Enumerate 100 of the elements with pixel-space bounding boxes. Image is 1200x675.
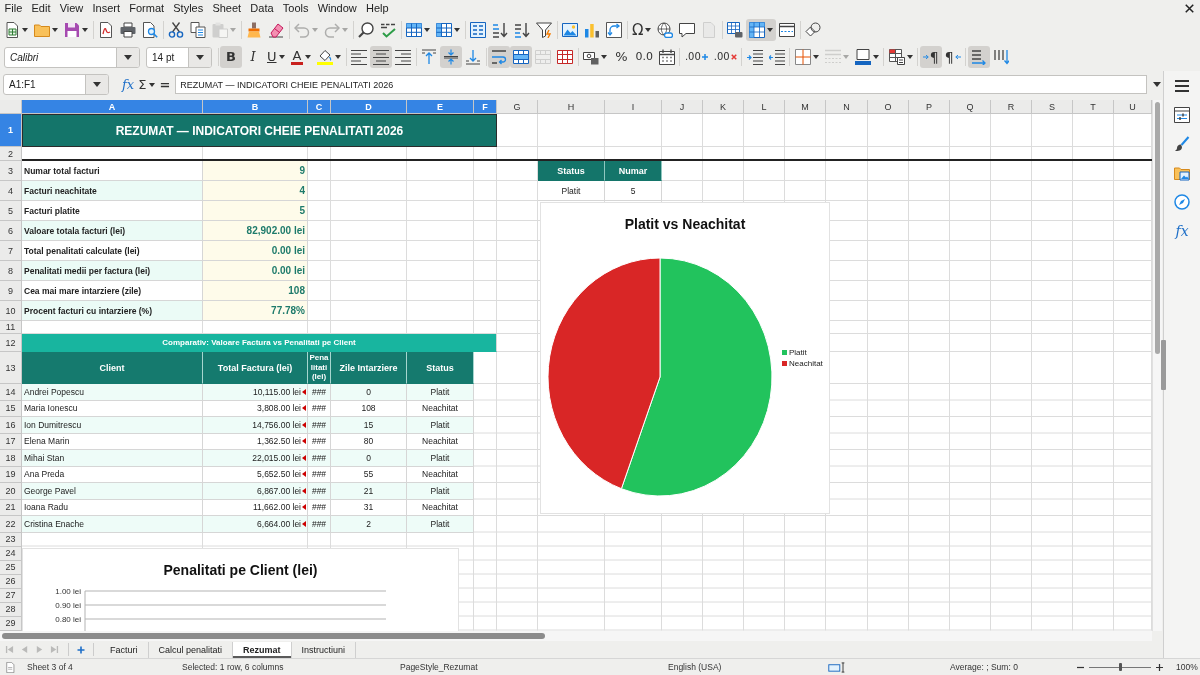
autofilter-button[interactable] <box>533 19 555 41</box>
row-header[interactable]: 12 <box>0 334 22 352</box>
row-header[interactable]: 5 <box>0 201 22 221</box>
column-header[interactable]: J <box>662 100 703 114</box>
column-header[interactable]: R <box>991 100 1032 114</box>
middle-button[interactable] <box>440 46 463 68</box>
zoom-percent[interactable]: 100% <box>1176 662 1198 672</box>
name-box[interactable]: A1:F1 <box>3 74 109 95</box>
row-header[interactable]: 6 <box>0 221 22 241</box>
row-header[interactable]: 4 <box>0 181 22 201</box>
sidebar-handle[interactable] <box>1161 340 1166 390</box>
menu-item[interactable]: Insert <box>87 1 125 16</box>
underline-button[interactable]: U <box>264 46 288 68</box>
column-header[interactable]: M <box>785 100 826 114</box>
dropdown-button[interactable] <box>85 75 108 94</box>
row-header[interactable]: 13 <box>0 352 22 384</box>
skip-right-icon <box>50 645 59 654</box>
font-name-field[interactable]: Calibri <box>4 46 140 68</box>
horizontal-scrollbar[interactable] <box>0 631 1152 641</box>
menu-item[interactable]: Sheet <box>207 1 246 16</box>
scrollbar-thumb[interactable] <box>2 633 545 639</box>
number-button[interactable]: 0.0 <box>632 46 656 68</box>
center-button[interactable] <box>370 46 393 68</box>
language-status[interactable]: English (USA) <box>668 662 722 672</box>
column-header[interactable]: L <box>744 100 785 114</box>
menu-item[interactable]: Data <box>245 1 279 16</box>
menu-item[interactable]: File <box>0 1 27 16</box>
column-header[interactable]: T <box>1073 100 1114 114</box>
column-header[interactable]: I <box>605 100 662 114</box>
dropdown-button[interactable] <box>116 47 139 67</box>
pivot-button[interactable] <box>603 19 625 41</box>
rtl-button[interactable]: ¶ <box>941 46 964 68</box>
column-header[interactable]: O <box>868 100 909 114</box>
row-header[interactable]: 7 <box>0 241 22 261</box>
sidebar-functions-button[interactable]: fx <box>1167 216 1197 245</box>
zoom-slider-thumb[interactable] <box>1118 663 1122 671</box>
table-cell: 0 <box>331 450 407 467</box>
sheet-tab[interactable]: Instructiuni <box>291 641 357 658</box>
horizontal-button[interactable] <box>967 46 990 68</box>
menu-item[interactable]: Edit <box>26 1 56 16</box>
row-header[interactable]: 10 <box>0 301 22 321</box>
sheet-tab[interactable]: Rezumat <box>233 641 292 658</box>
selection-mode-icon[interactable] <box>828 661 847 673</box>
formula-button[interactable]: = <box>157 74 173 95</box>
plus-icon[interactable] <box>1156 663 1163 671</box>
column-header[interactable]: G <box>497 100 538 114</box>
function-wizard-button[interactable]: fx <box>120 74 137 95</box>
sum-button[interactable]: Σ <box>136 74 158 95</box>
dropdown-button[interactable] <box>188 47 211 67</box>
italic-button[interactable]: I <box>242 46 264 68</box>
ltr-button[interactable]: ¶ <box>919 46 942 68</box>
column-header[interactable]: U <box>1114 100 1152 114</box>
column-header[interactable]: Q <box>950 100 991 114</box>
sheet-tab[interactable]: Facturi <box>100 641 149 658</box>
column-header[interactable]: N <box>826 100 868 114</box>
mergecenter-button[interactable] <box>510 46 533 68</box>
percent-button[interactable]: % <box>610 46 633 68</box>
column-header[interactable]: H <box>538 100 605 114</box>
column-header[interactable]: S <box>1032 100 1073 114</box>
formula-input[interactable]: REZUMAT — INDICATORI CHEIE PENALITATI 2026 <box>175 75 1148 94</box>
deldecimal-button[interactable]: .00 <box>710 46 740 68</box>
copy-button[interactable] <box>187 19 209 41</box>
menu-item[interactable]: Styles <box>168 1 208 16</box>
menu-item[interactable]: View <box>55 1 88 16</box>
page-style[interactable]: PageStyle_Rezumat <box>400 662 478 672</box>
row-header[interactable]: 8 <box>0 261 22 281</box>
row-header[interactable]: 1 <box>0 114 22 147</box>
row-header[interactable]: 18 <box>0 450 22 467</box>
font-size-field[interactable]: 14 pt <box>146 46 212 68</box>
symbol-button[interactable]: Ω <box>629 19 655 41</box>
fontcolor-button[interactable]: A <box>287 46 315 68</box>
close-button[interactable] <box>1185 4 1194 13</box>
row-header[interactable]: 11 <box>0 321 22 334</box>
row-header[interactable]: 9 <box>0 281 22 301</box>
menu-item[interactable]: Tools <box>278 1 314 16</box>
column-header[interactable]: K <box>703 100 744 114</box>
row-header[interactable]: 14 <box>0 384 22 401</box>
column-header[interactable]: B <box>203 100 308 114</box>
row-header[interactable]: 2 <box>0 147 22 161</box>
column-header[interactable]: F <box>474 100 497 114</box>
row-header[interactable]: 20 <box>0 483 22 500</box>
sort-button[interactable] <box>467 19 489 41</box>
adddecimal-button[interactable]: .00 <box>681 46 711 68</box>
menu-item[interactable]: Window <box>313 1 362 16</box>
menu-item[interactable]: Format <box>124 1 169 16</box>
row-header[interactable]: 22 <box>0 516 22 533</box>
wrap-button[interactable] <box>488 46 511 68</box>
row-header[interactable]: 16 <box>0 417 22 434</box>
column-header[interactable]: D <box>331 100 407 114</box>
menu-item[interactable]: Help <box>361 1 394 16</box>
zoom-slider[interactable] <box>1089 662 1151 672</box>
column-header[interactable]: P <box>909 100 950 114</box>
freeze-button[interactable] <box>746 19 777 41</box>
vertical-scrollbar[interactable] <box>1152 100 1162 631</box>
bold-button[interactable]: B <box>220 46 242 68</box>
row-header[interactable]: 3 <box>0 161 22 181</box>
scrollbar-thumb[interactable] <box>1155 102 1160 354</box>
column-header[interactable]: A <box>22 100 203 114</box>
column-header[interactable]: C <box>308 100 331 114</box>
column-header[interactable]: E <box>407 100 474 114</box>
